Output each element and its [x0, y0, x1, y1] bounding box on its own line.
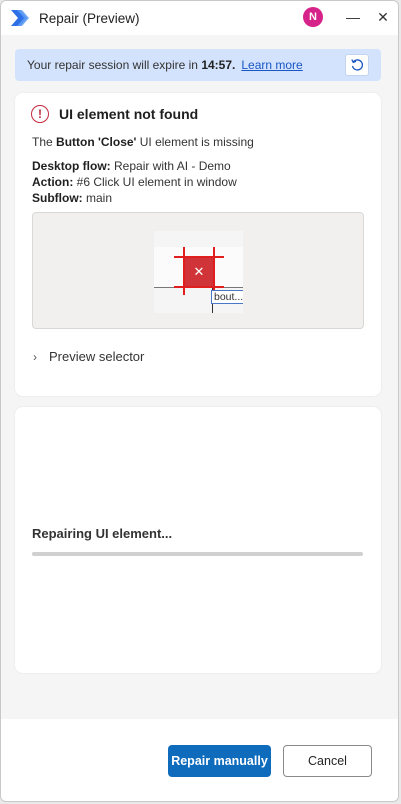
highlighted-close-icon: ✕	[193, 264, 205, 279]
highlighted-close-button: ✕	[184, 257, 214, 287]
error-desc-prefix: The	[32, 135, 53, 149]
target-marker-left	[183, 247, 185, 295]
action-row: Action: #6 Click UI element in window	[32, 175, 237, 189]
session-expiry-banner: Your repair session will expire in 14:57…	[15, 49, 381, 81]
action-label: Action:	[32, 175, 74, 189]
action-value: #6 Click UI element in window	[76, 175, 237, 189]
minimize-button[interactable]: —	[338, 1, 368, 33]
learn-more-link[interactable]: Learn more	[241, 58, 302, 72]
cancel-button[interactable]: Cancel	[283, 745, 372, 777]
refresh-button[interactable]	[345, 54, 369, 76]
element-screenshot-preview: ✕ bout...	[32, 212, 364, 329]
window-title: Repair (Preview)	[39, 10, 140, 26]
banner-time: 14:57.	[201, 58, 236, 72]
refresh-icon	[351, 59, 364, 71]
progress-label: Repairing UI element...	[32, 526, 173, 541]
error-icon-glyph: !	[38, 107, 42, 121]
repair-manually-button[interactable]: Repair manually	[168, 745, 271, 777]
close-window-button[interactable]: ✕	[368, 1, 398, 33]
preview-selector-label: Preview selector	[49, 349, 145, 364]
error-header: ! UI element not found	[31, 105, 198, 123]
progress-bar-fill	[32, 552, 363, 556]
chevron-right-icon: ›	[33, 349, 37, 364]
subflow-row: Subflow: main	[32, 191, 112, 205]
desktop-flow-row: Desktop flow: Repair with AI - Demo	[32, 159, 231, 173]
repair-progress-card: Repairing UI element...	[15, 407, 381, 673]
user-avatar[interactable]: N	[303, 7, 323, 27]
target-marker-bottom	[174, 286, 224, 288]
error-desc-element: Button 'Close'	[56, 135, 137, 149]
screenshot-top-strip	[154, 231, 243, 247]
footer: Repair manually Cancel	[1, 719, 398, 801]
element-screenshot: ✕ bout...	[154, 231, 243, 313]
power-automate-logo-icon	[11, 10, 29, 26]
target-marker-right	[213, 247, 215, 295]
error-title: UI element not found	[59, 106, 199, 122]
error-description: The Button 'Close' UI element is missing	[32, 135, 254, 149]
subflow-label: Subflow:	[32, 191, 83, 205]
avatar-initial: N	[309, 11, 317, 23]
target-marker-top	[174, 256, 224, 258]
error-card: ! UI element not found The Button 'Close…	[15, 93, 381, 396]
title-bar: Repair (Preview) N — ✕	[1, 1, 398, 35]
preview-selector-toggle[interactable]: › Preview selector	[33, 349, 144, 364]
subflow-value: main	[86, 191, 113, 205]
minimize-icon: —	[346, 9, 360, 25]
close-icon: ✕	[377, 8, 389, 25]
error-desc-suffix: UI element is missing	[139, 135, 254, 149]
desktop-flow-label: Desktop flow:	[32, 159, 111, 173]
error-icon: !	[31, 105, 49, 123]
screenshot-about-label: bout...	[211, 290, 243, 304]
banner-text: Your repair session will expire in	[27, 58, 198, 72]
progress-bar	[32, 552, 363, 556]
desktop-flow-value: Repair with AI - Demo	[114, 159, 231, 173]
repair-window: Repair (Preview) N — ✕ Your repair sessi…	[0, 0, 399, 802]
